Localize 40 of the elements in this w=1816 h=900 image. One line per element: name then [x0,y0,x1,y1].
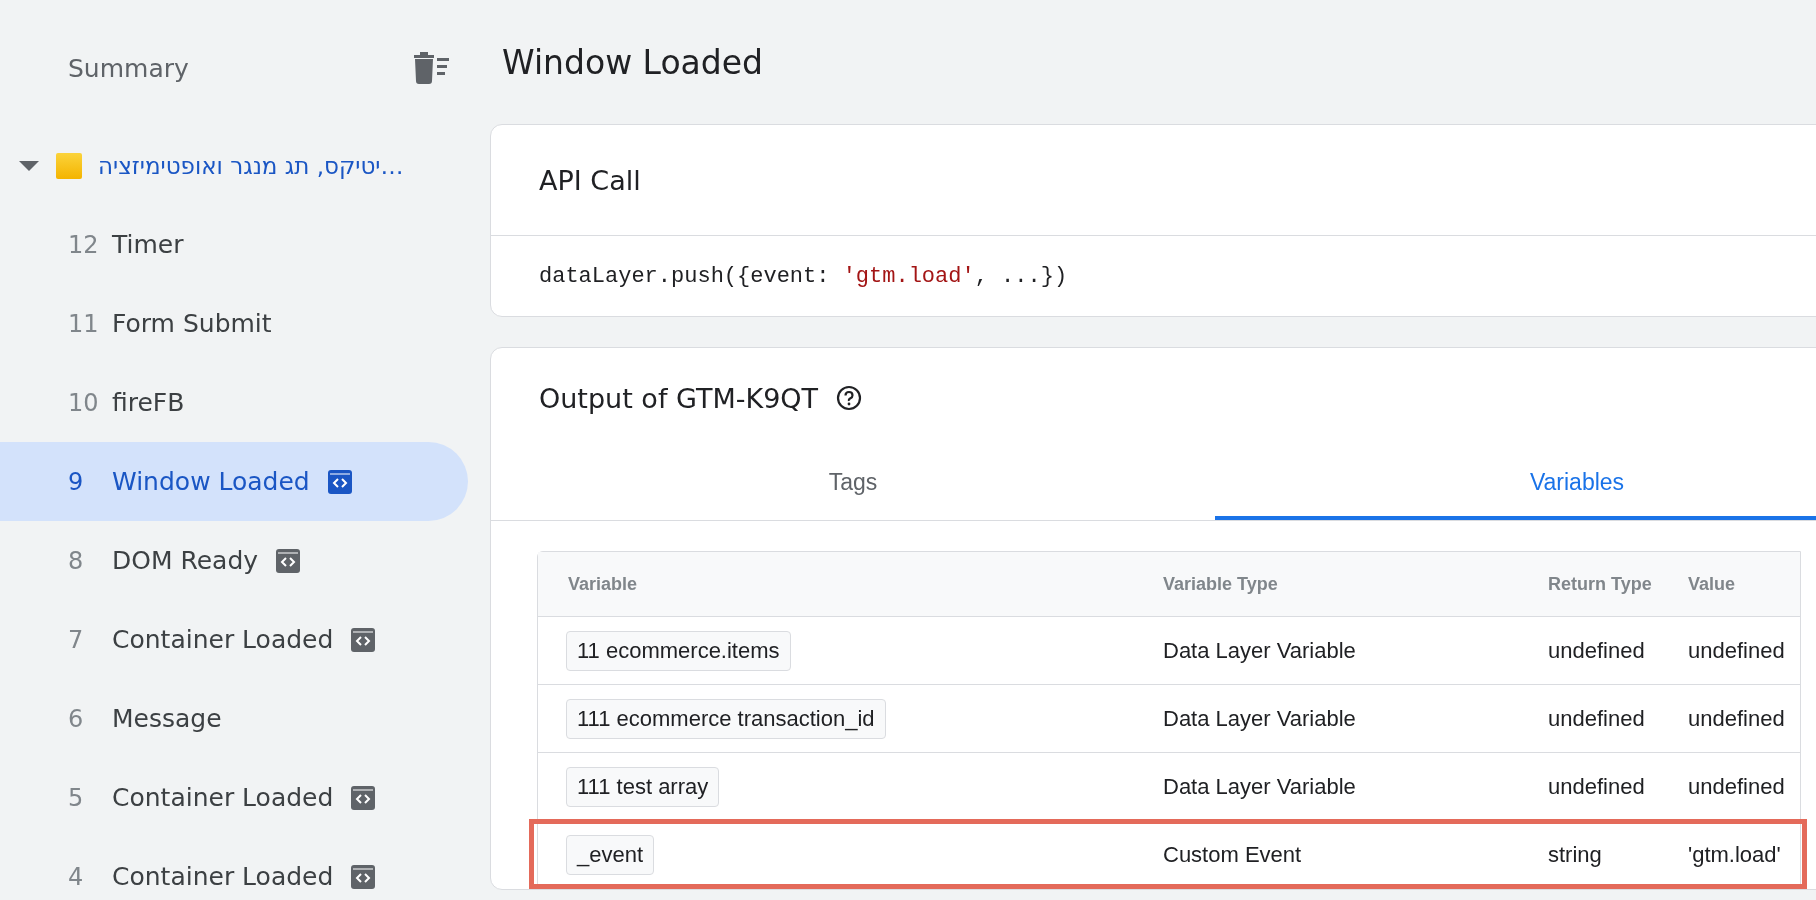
table-cell-text: Data Layer Variable [1163,637,1357,664]
column-header: Value [1688,573,1737,595]
table-cell-text: Custom Event [1163,841,1303,868]
table-cell-text: undefined [1688,637,1786,664]
table-cell-text: undefined [1688,773,1786,800]
card-title: API Call [539,164,641,196]
table-cell-text: Data Layer Variable [1163,773,1357,800]
help-icon[interactable] [836,385,863,411]
variable-chip: 111 ecommerce transaction_id [566,698,886,739]
event-item[interactable]: 4 Container Loaded [0,837,468,900]
variable-chip: 111 test array [566,766,720,807]
event-item[interactable]: 11 Form Submit [0,284,468,363]
event-item[interactable]: 8 DOM Ready [0,521,468,600]
code-line: dataLayer.push({event: 'gtm.load', ...}) [539,263,1068,289]
square-icon [56,153,82,179]
event-item[interactable]: 12 Timer [0,205,468,284]
table-cell-text: undefined [1548,637,1646,664]
event-item[interactable]: 9 Window Loaded [0,442,468,521]
tab[interactable]: Tags [491,448,1215,520]
event-item[interactable]: 6 Message [0,679,468,758]
summary-title[interactable]: Summary [68,53,189,83]
caret-icon[interactable] [18,160,40,172]
page-title: Window Loaded [502,42,765,84]
table-cell-text: Data Layer Variable [1163,705,1357,732]
column-header: Variable Type [1163,573,1279,595]
event-item[interactable]: 7 Container Loaded [0,600,468,679]
variable-chip: 11 ecommerce.items [566,630,791,671]
column-header: Return Type [1548,573,1653,595]
table-cell-text: undefined [1548,773,1646,800]
table-cell-text: string [1548,841,1603,868]
container-name[interactable]: …יטיקס, תג מנגר ואופטימיזציה [98,153,404,179]
table-cell-text: undefined [1688,705,1786,732]
column-header: Variable [568,573,639,595]
event-item[interactable]: 5 Container Loaded [0,758,468,837]
table-cell-text: 'gtm.load' [1688,841,1782,868]
tab[interactable]: Variables [1215,448,1816,520]
event-item[interactable]: 10 fireFB [0,363,468,442]
card-title: Output of GTM-K9QT [539,382,819,414]
table-cell-text: undefined [1548,705,1646,732]
variable-chip: _event [566,834,655,875]
